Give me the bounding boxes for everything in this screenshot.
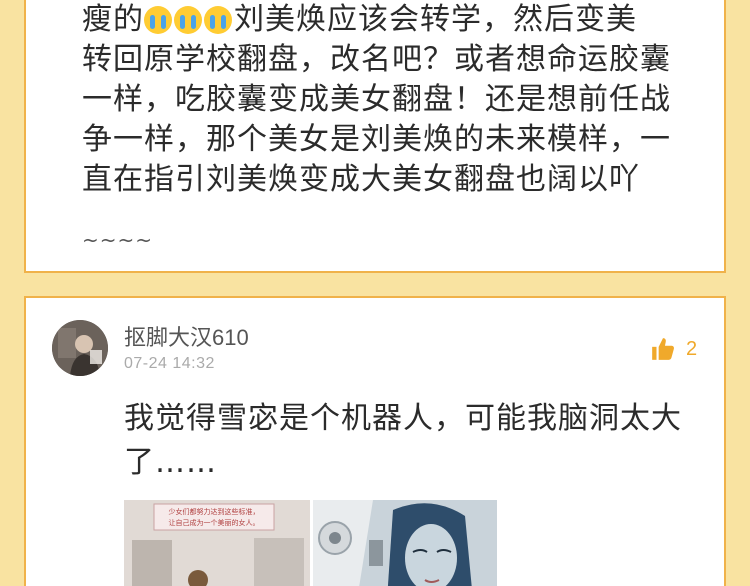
thumbs-up-icon: [652, 338, 674, 360]
post-trailing-tilde: ~~~~: [82, 228, 154, 252]
comic-panel-image: 少女们都努力达到这些标准， 让自己成为一个美丽的女人。: [124, 500, 310, 586]
comic-caption: 少女们都努力达到这些标准，: [169, 507, 260, 516]
post-line-text: 刘美焕应该会转学，然后变美: [234, 2, 637, 37]
comment-username[interactable]: 抠脚大汉610: [124, 320, 249, 352]
like-count: 2: [686, 337, 698, 360]
comic-caption: 让自己成为一个美丽的女人。: [169, 518, 260, 527]
comment-text: 我觉得雪宓是个机器人，可能我脑洞太大了……: [124, 401, 682, 480]
comment-image-thumbnail[interactable]: [313, 500, 497, 586]
avatar[interactable]: [52, 320, 108, 376]
comment-timestamp: 07-24 14:32: [124, 355, 215, 372]
comic-robot-girl-image: [313, 500, 497, 586]
like-button[interactable]: 2: [650, 334, 710, 364]
crying-emoji-icon: [204, 6, 232, 34]
post-line: 争一样，那个美女是刘美焕的未来模样，一: [82, 122, 671, 157]
crying-emoji-icon: [174, 6, 202, 34]
post-line: 瘦的 刘美焕应该会转学，然后变美: [82, 0, 692, 40]
crying-emoji-icon: [144, 6, 172, 34]
post-line: 一样，吃胶囊变成美女翻盘！还是想前任战: [82, 82, 671, 117]
post-line: 转回原学校翻盘，改名吧？或者想命运胶囊: [82, 42, 671, 77]
post-line: 直在指引刘美焕变成大美女翻盘也阔以吖: [82, 162, 640, 197]
comment-image-thumbnail[interactable]: 少女们都努力达到这些标准， 让自己成为一个美丽的女人。: [124, 500, 310, 586]
post-body: 瘦的 刘美焕应该会转学，然后变美 转回原学校翻盘，改名吧？或者想命运胶囊 一样，…: [82, 0, 692, 200]
avatar-image: [52, 320, 108, 376]
post-line-prefix: 瘦的: [82, 2, 144, 37]
